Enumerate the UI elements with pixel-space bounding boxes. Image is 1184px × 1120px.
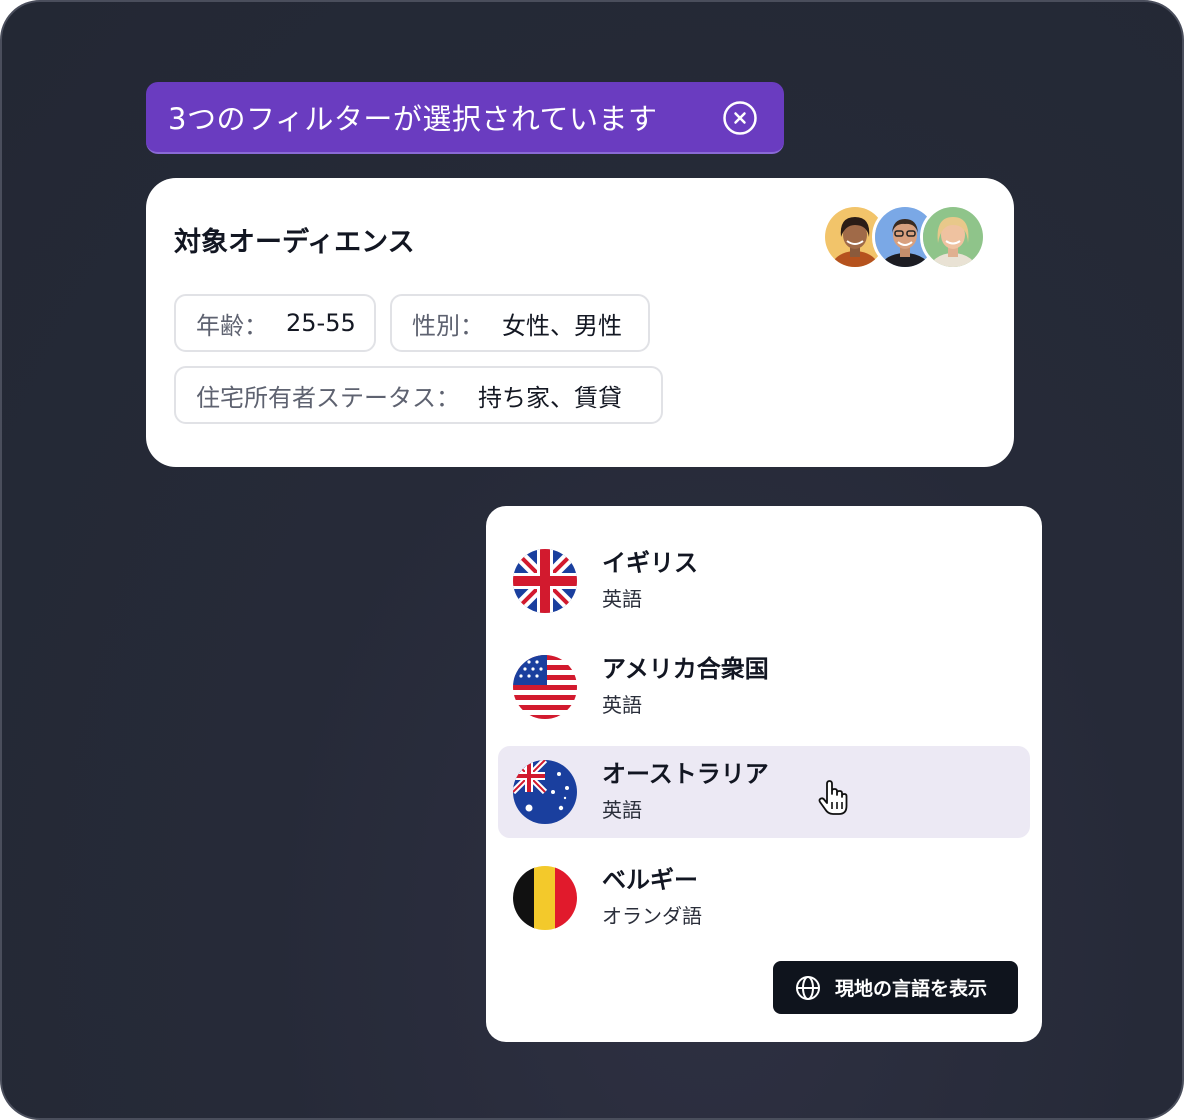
hand-pointer-cursor-icon (818, 778, 850, 818)
chip-label: 年齢： (196, 311, 268, 340)
country-language: 英語 (602, 693, 642, 717)
country-name: ベルギー (602, 866, 698, 894)
homeowner-status-filter-chip[interactable]: 住宅所有者ステータス： 持ち家、賃貸 (174, 366, 663, 424)
country-name: アメリカ合衆国 (602, 655, 769, 683)
avatar (920, 204, 986, 270)
audience-card: 対象オーディエンス 年齢： 25-55 性別： 女性、男性 住宅所有者ステータス… (146, 178, 1014, 467)
globe-icon (796, 975, 820, 1000)
gender-filter-chip[interactable]: 性別： 女性、男性 (390, 294, 650, 352)
chip-label: 性別： (412, 311, 484, 340)
country-list-card: イギリス 英語 アメリカ合衆国 英語 オーストラリア 英語 ベルギー オランダ語… (486, 506, 1042, 1042)
chip-value: 25-55 (286, 309, 356, 337)
country-name: イギリス (602, 549, 698, 577)
country-item-belgium[interactable]: ベルギー オランダ語 (498, 852, 1030, 944)
filter-status-pill: 3つのフィルターが選択されています (146, 82, 784, 154)
chip-label: 住宅所有者ステータス： (196, 383, 460, 412)
show-local-language-label: 現地の言語を表示 (835, 978, 988, 1000)
country-item-australia[interactable]: オーストラリア 英語 (498, 746, 1030, 838)
chip-value: 持ち家、賃貸 (478, 383, 622, 412)
show-local-language-button[interactable]: 現地の言語を表示 (773, 961, 1018, 1014)
uk-flag-icon (513, 549, 577, 613)
country-language: 英語 (602, 798, 642, 822)
filter-status-text: 3つのフィルターが選択されています (168, 102, 658, 136)
age-filter-chip[interactable]: 年齢： 25-55 (174, 294, 376, 352)
clear-filters-button[interactable] (722, 100, 758, 136)
close-circle-icon (723, 101, 757, 135)
app-frame: 3つのフィルターが選択されています 対象オーディエンス 年齢： 25-55 性別… (0, 0, 1184, 1120)
australia-flag-icon (513, 760, 577, 824)
country-item-uk[interactable]: イギリス 英語 (498, 535, 1030, 627)
country-language: 英語 (602, 587, 642, 611)
country-name: オーストラリア (602, 760, 769, 788)
avatar-group (822, 204, 992, 274)
country-language: オランダ語 (602, 904, 702, 928)
us-flag-icon (513, 655, 577, 719)
belgium-flag-icon (513, 866, 577, 930)
audience-title: 対象オーディエンス (174, 227, 415, 258)
chip-value: 女性、男性 (502, 311, 622, 340)
country-item-usa[interactable]: アメリカ合衆国 英語 (498, 641, 1030, 733)
